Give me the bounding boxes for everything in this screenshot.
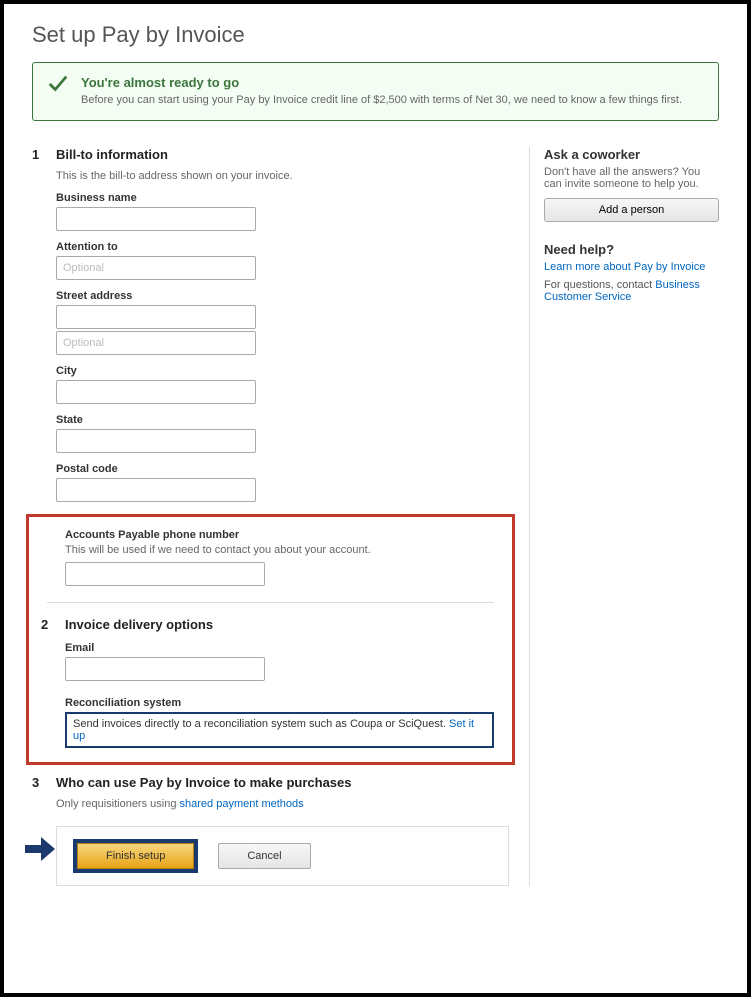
- alert-body: Before you can start using your Pay by I…: [81, 93, 702, 108]
- divider: [47, 602, 494, 603]
- ap-phone-desc: This will be used if we need to contact …: [65, 544, 494, 556]
- ap-phone-input[interactable]: [65, 562, 265, 586]
- finish-highlight: Finish setup: [73, 839, 198, 873]
- section-3-number: 3: [32, 775, 46, 790]
- email-label: Email: [65, 642, 494, 654]
- footer-bar: Finish setup Cancel: [56, 826, 509, 886]
- city-input[interactable]: [56, 380, 256, 404]
- state-input[interactable]: [56, 429, 256, 453]
- attention-to-input[interactable]: [56, 256, 256, 280]
- highlight-annotation: Accounts Payable phone number This will …: [26, 514, 515, 765]
- check-icon: [47, 73, 69, 95]
- success-alert: You're almost ready to go Before you can…: [32, 62, 719, 121]
- state-label: State: [56, 414, 509, 426]
- section-1-title: Bill-to information: [56, 147, 168, 162]
- finish-setup-button[interactable]: Finish setup: [77, 843, 194, 869]
- postal-code-input[interactable]: [56, 478, 256, 502]
- city-label: City: [56, 365, 509, 377]
- postal-code-label: Postal code: [56, 463, 509, 475]
- ask-coworker-desc: Don't have all the answers? You can invi…: [544, 166, 719, 190]
- attention-to-label: Attention to: [56, 241, 509, 253]
- recon-text: Send invoices directly to a reconciliati…: [73, 718, 449, 730]
- business-name-input[interactable]: [56, 207, 256, 231]
- ask-coworker-title: Ask a coworker: [544, 147, 719, 162]
- alert-title: You're almost ready to go: [81, 75, 702, 90]
- need-help-title: Need help?: [544, 242, 719, 257]
- page-title: Set up Pay by Invoice: [32, 22, 719, 48]
- arrow-right-icon: [25, 837, 55, 861]
- street-address-2-input[interactable]: [56, 331, 256, 355]
- section-3-title: Who can use Pay by Invoice to make purch…: [56, 775, 352, 790]
- email-input[interactable]: [65, 657, 265, 681]
- section-1-desc: This is the bill-to address shown on you…: [56, 170, 509, 182]
- section-2-title: Invoice delivery options: [65, 617, 213, 632]
- cancel-button[interactable]: Cancel: [218, 843, 310, 869]
- section-3-desc: Only requisitioners using shared payment…: [56, 798, 509, 810]
- street-address-label: Street address: [56, 290, 509, 302]
- ap-phone-label: Accounts Payable phone number: [65, 529, 494, 541]
- learn-more-link[interactable]: Learn more about Pay by Invoice: [544, 261, 705, 273]
- help-questions-prefix: For questions, contact: [544, 279, 655, 291]
- section-2-number: 2: [41, 617, 55, 632]
- shared-payment-methods-link[interactable]: shared payment methods: [180, 798, 304, 810]
- recon-label: Reconciliation system: [65, 697, 494, 709]
- help-questions: For questions, contact Business Customer…: [544, 279, 719, 303]
- section-3-desc-prefix: Only requisitioners using: [56, 798, 180, 810]
- section-1-number: 1: [32, 147, 46, 162]
- recon-system-box: Send invoices directly to a reconciliati…: [65, 712, 494, 748]
- add-person-button[interactable]: Add a person: [544, 198, 719, 222]
- business-name-label: Business name: [56, 192, 509, 204]
- street-address-1-input[interactable]: [56, 305, 256, 329]
